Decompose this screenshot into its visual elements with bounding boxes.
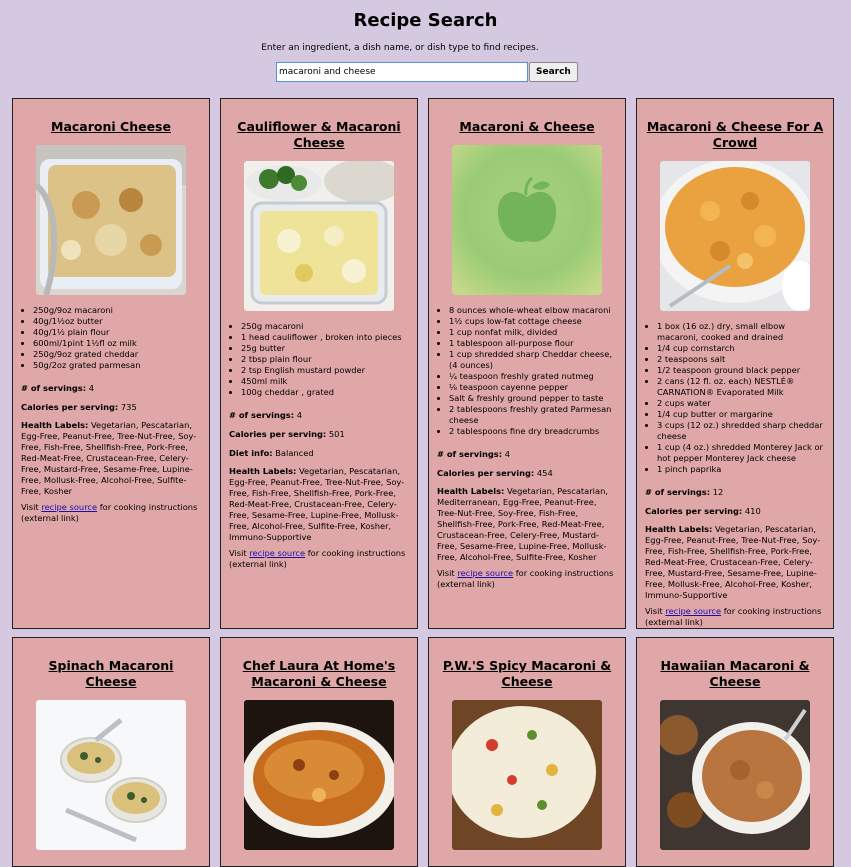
recipe-image (660, 700, 810, 850)
visit-source: Visit recipe source for cooking instruct… (645, 606, 822, 627)
recipe-image (36, 145, 186, 295)
recipe-title-link[interactable]: Macaroni Cheese (21, 119, 201, 135)
ingredient: ⅛ teaspoon cayenne pepper (449, 382, 617, 393)
servings: # of servings: 4 (21, 383, 94, 393)
ingredient: 1/4 cup butter or margarine (657, 409, 825, 420)
ingredient: 1 cup (4 oz.) shredded Monterey Jack or … (657, 442, 825, 464)
ingredient: 1 cup shredded sharp Cheddar cheese, (4 … (449, 349, 617, 371)
calories: Calories per serving: 410 (645, 506, 761, 516)
ingredient: 2 tablespoons fine dry breadcrumbs (449, 426, 617, 437)
recipe-title-link[interactable]: Macaroni & Cheese (437, 119, 617, 135)
ingredient: 1 box (16 oz.) dry, small elbow macaroni… (657, 321, 825, 343)
search-input[interactable] (276, 62, 528, 82)
ingredient: ¼ teaspoon freshly grated nutmeg (449, 371, 617, 382)
calories: Calories per serving: 454 (437, 468, 553, 478)
calories: Calories per serving: 501 (229, 429, 345, 439)
ingredient: 3 cups (12 oz.) shredded sharp cheddar c… (657, 420, 825, 442)
recipe-card: Cauliflower & Macaroni Cheese 250g macar… (220, 98, 418, 629)
ingredient: 250g/9oz grated cheddar (33, 349, 201, 360)
ingredient: 250g macaroni (241, 321, 409, 332)
ingredient: 25g butter (241, 343, 409, 354)
recipe-card: Macaroni & Cheese 8 ounces whole-wheat e… (428, 98, 626, 629)
recipe-image (452, 700, 602, 850)
ingredient: 250g/9oz macaroni (33, 305, 201, 316)
search-instructions: Enter an ingredient, a dish name, or dis… (261, 43, 539, 53)
ingredient: 100g cheddar , grated (241, 387, 409, 398)
recipe-title-link[interactable]: Hawaiian Macaroni & Cheese (645, 658, 825, 690)
recipe-card: Hawaiian Macaroni & Cheese (636, 637, 834, 867)
recipe-card: P.W.'S Spicy Macaroni & Cheese (428, 637, 626, 867)
ingredient: 50g/2oz grated parmesan (33, 360, 201, 371)
recipe-card: Chef Laura At Home's Macaroni & Cheese (220, 637, 418, 867)
ingredient: 1/4 cup cornstarch (657, 343, 825, 354)
ingredient: 2 tbsp plain flour (241, 354, 409, 365)
servings: # of servings: 4 (437, 449, 510, 459)
calories: Calories per serving: 735 (21, 402, 137, 412)
search-bar: Search (276, 62, 578, 82)
visit-source: Visit recipe source for cooking instruct… (21, 502, 198, 523)
recipe-title-link[interactable]: Spinach Macaroni Cheese (21, 658, 201, 690)
ingredient: 2 teaspoons salt (657, 354, 825, 365)
health-labels: Health Labels: Vegetarian, Pescatarian, … (437, 486, 608, 562)
recipe-title-link[interactable]: Macaroni & Cheese For A Crowd (645, 119, 825, 151)
recipe-source-link[interactable]: recipe source (41, 502, 97, 512)
ingredient: 2 cans (12 fl. oz. each) NESTLÉ® CARNATI… (657, 376, 825, 398)
health-labels: Health Labels: Vegetarian, Pescatarian, … (21, 420, 197, 496)
recipe-card: Spinach Macaroni Cheese (12, 637, 210, 867)
ingredient-list: 8 ounces whole-wheat elbow macaroni 1½ c… (437, 305, 617, 437)
recipe-card: Macaroni Cheese 250g/9oz macaroni 40g/1½… (12, 98, 210, 629)
recipe-image (36, 700, 186, 850)
ingredient: 8 ounces whole-wheat elbow macaroni (449, 305, 617, 316)
visit-source: Visit recipe source for cooking instruct… (437, 568, 614, 589)
search-button[interactable]: Search (529, 62, 578, 82)
recipe-title-link[interactable]: P.W.'S Spicy Macaroni & Cheese (437, 658, 617, 690)
recipe-title-link[interactable]: Cauliflower & Macaroni Cheese (229, 119, 409, 151)
ingredient: 1 head cauliflower , broken into pieces (241, 332, 409, 343)
health-labels: Health Labels: Vegetarian, Pescatarian, … (229, 466, 405, 542)
recipe-image (244, 161, 394, 311)
ingredient: 600ml/1pint 1½fl oz milk (33, 338, 201, 349)
recipe-image (244, 700, 394, 850)
recipe-card: Macaroni & Cheese For A Crowd 1 box (16 … (636, 98, 834, 629)
ingredient: 1 cup nonfat milk, divided (449, 327, 617, 338)
diet-info: Diet info: Balanced (229, 448, 314, 458)
ingredient: 450ml milk (241, 376, 409, 387)
health-labels: Health Labels: Vegetarian, Pescatarian, … (645, 524, 821, 600)
servings: # of servings: 4 (229, 410, 302, 420)
ingredient: 1/2 teaspoon ground black pepper (657, 365, 825, 376)
ingredient: 1 pinch paprika (657, 464, 825, 475)
ingredient: 2 tablespoons freshly grated Parmesan ch… (449, 404, 617, 426)
recipe-title-link[interactable]: Chef Laura At Home's Macaroni & Cheese (229, 658, 409, 690)
recipe-source-link[interactable]: recipe source (665, 606, 721, 616)
visit-source: Visit recipe source for cooking instruct… (229, 548, 406, 569)
ingredient: 40g/1½ plain flour (33, 327, 201, 338)
ingredient: 2 tsp English mustard powder (241, 365, 409, 376)
page-title: Recipe Search (353, 10, 498, 31)
ingredient: 1 tablespoon all-purpose flour (449, 338, 617, 349)
recipe-source-link[interactable]: recipe source (457, 568, 513, 578)
ingredient: 40g/1½oz butter (33, 316, 201, 327)
ingredient: Salt & freshly ground pepper to taste (449, 393, 617, 404)
ingredient-list: 250g macaroni 1 head cauliflower , broke… (229, 321, 409, 398)
ingredient-list: 250g/9oz macaroni 40g/1½oz butter 40g/1½… (21, 305, 201, 371)
servings: # of servings: 12 (645, 487, 724, 497)
ingredient: 1½ cups low-fat cottage cheese (449, 316, 617, 327)
recipe-image (660, 161, 810, 311)
recipe-source-link[interactable]: recipe source (249, 548, 305, 558)
recipe-image-placeholder (452, 145, 602, 295)
ingredient: 2 cups water (657, 398, 825, 409)
ingredient-list: 1 box (16 oz.) dry, small elbow macaroni… (645, 321, 825, 475)
